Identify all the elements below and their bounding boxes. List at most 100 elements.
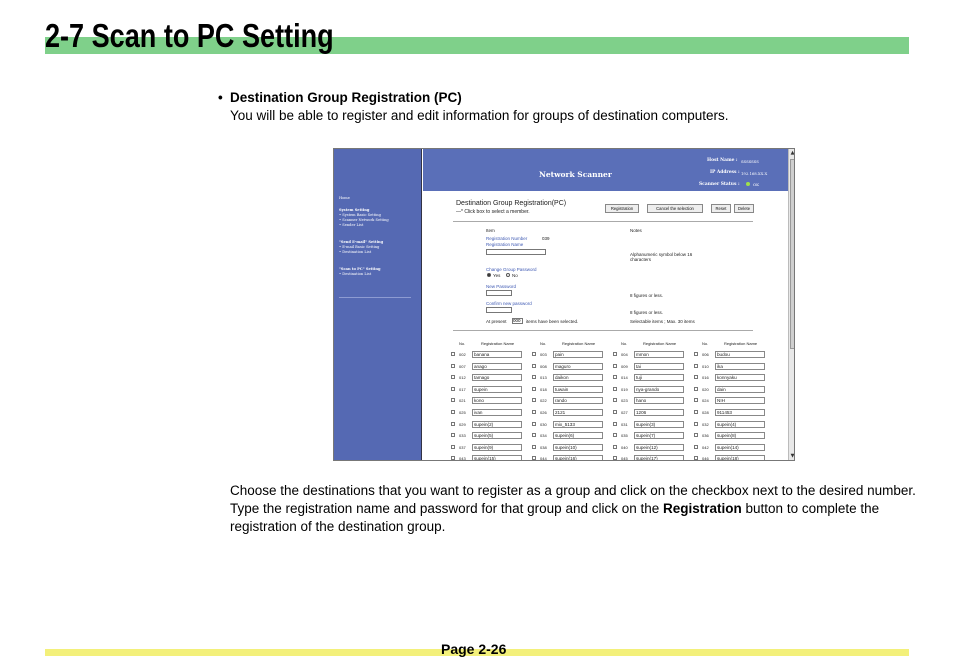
member-checkbox[interactable] (532, 456, 536, 460)
member-name-field[interactable]: anago (472, 362, 522, 370)
member-name-field[interactable]: tuwain (553, 385, 603, 393)
member-name-field[interactable]: supein(3) (634, 420, 684, 428)
member-checkbox[interactable] (532, 352, 536, 356)
member-checkbox[interactable] (694, 386, 698, 391)
member-checkbox[interactable] (451, 456, 455, 460)
member-checkbox[interactable] (532, 421, 536, 426)
member-name-field[interactable]: mmon (634, 351, 684, 358)
member-checkbox[interactable] (451, 421, 455, 426)
member-name-field[interactable]: NIH (715, 397, 765, 405)
member-checkbox[interactable] (694, 433, 698, 438)
member-checkbox[interactable] (451, 375, 455, 380)
reset-button[interactable]: Reset (711, 204, 731, 213)
member-name-field[interactable]: ivan (472, 409, 522, 416)
member-name-field[interactable]: pain (553, 351, 603, 358)
member-name-field[interactable]: supein(9) (472, 443, 522, 451)
member-checkbox[interactable] (694, 444, 698, 449)
member-checkbox[interactable] (451, 444, 455, 449)
member-name-field[interactable]: supein(6) (553, 432, 603, 440)
grid-col-no-header: No. (621, 341, 628, 346)
confirm-pw-input[interactable] (486, 307, 512, 313)
member-checkbox[interactable] (613, 363, 617, 368)
member-name-field[interactable]: maguro (553, 362, 603, 370)
member-checkbox[interactable] (613, 433, 617, 438)
member-checkbox[interactable] (532, 398, 536, 403)
member-checkbox[interactable] (532, 363, 536, 368)
member-name-field[interactable]: supein(2) (472, 420, 522, 428)
member-name-field[interactable]: supein(4) (715, 420, 765, 428)
member-checkbox[interactable] (532, 433, 536, 438)
member-name-field[interactable]: supein(16) (553, 455, 603, 460)
radio-no[interactable] (506, 273, 510, 277)
member-checkbox[interactable] (451, 433, 455, 438)
sidebar-item-pc-destination[interactable]: • Destination List (339, 272, 371, 277)
member-checkbox[interactable] (532, 375, 536, 380)
member-name-field[interactable]: tamago (472, 374, 522, 382)
member-name-field[interactable]: supein(18) (715, 455, 765, 460)
member-name-field[interactable]: dain (715, 385, 765, 393)
member-checkbox[interactable] (613, 444, 617, 449)
member-name-field[interactable]: kono (472, 397, 522, 405)
member-number: 038 (540, 444, 547, 450)
member-checkbox[interactable] (613, 421, 617, 426)
member-name-field[interactable]: supein(8) (715, 432, 765, 440)
sidebar-item-home[interactable]: Home (339, 196, 350, 201)
member-name-field[interactable]: supein(17) (634, 455, 684, 460)
reg-name-input[interactable] (486, 249, 546, 255)
scroll-down-icon[interactable]: ▼ (790, 453, 794, 459)
member-checkbox[interactable] (613, 398, 617, 403)
scrollbar[interactable]: ▲ ▼ (788, 149, 794, 460)
member-checkbox[interactable] (613, 410, 617, 414)
member-name-field[interactable]: supein(12) (634, 443, 684, 451)
member-checkbox[interactable] (694, 363, 698, 368)
member-checkbox[interactable] (694, 456, 698, 460)
member-name-field[interactable]: supein(5) (472, 432, 522, 440)
member-checkbox[interactable] (451, 363, 455, 368)
registration-button[interactable]: Registration (605, 204, 639, 213)
member-checkbox[interactable] (451, 410, 455, 414)
member-checkbox[interactable] (532, 386, 536, 391)
member-name-field[interactable]: supein(15) (472, 455, 522, 460)
member-checkbox[interactable] (694, 410, 698, 414)
member-name-field[interactable]: nya-grando (634, 385, 684, 393)
member-name-field[interactable]: supein (472, 385, 522, 393)
member-name-field[interactable]: supein(7) (634, 432, 684, 440)
member-name-field[interactable]: konnyaku (715, 374, 765, 382)
member-name-field[interactable]: supein(10) (553, 443, 603, 451)
member-name-field[interactable]: hano (634, 397, 684, 405)
member-checkbox[interactable] (694, 398, 698, 403)
member-name-field[interactable]: tai (634, 362, 684, 370)
member-name-field[interactable]: ika (715, 362, 765, 370)
member-checkbox[interactable] (694, 352, 698, 356)
member-name-field[interactable]: tuji (634, 374, 684, 382)
member-name-field[interactable]: 2121 (553, 409, 603, 416)
member-checkbox[interactable] (451, 352, 455, 356)
new-pw-label: New Password (486, 284, 517, 289)
radio-yes[interactable] (487, 273, 491, 277)
member-checkbox[interactable] (613, 375, 617, 380)
scroll-up-icon[interactable]: ▲ (790, 150, 794, 156)
member-checkbox[interactable] (532, 410, 536, 414)
member-name-field[interactable]: supein(14) (715, 443, 765, 451)
member-checkbox[interactable] (613, 386, 617, 391)
new-pw-input[interactable] (486, 290, 512, 296)
member-name-field[interactable]: rando (553, 397, 603, 405)
member-name-field[interactable]: 911453 (715, 409, 765, 416)
member-name-field[interactable]: 1206 (634, 409, 684, 416)
member-checkbox[interactable] (451, 386, 455, 391)
member-name-field[interactable]: daikon (553, 374, 603, 382)
member-checkbox[interactable] (694, 421, 698, 426)
cancel-selection-button[interactable]: Cancel the selection (647, 204, 703, 213)
member-name-field[interactable]: mix_5133 (553, 420, 603, 428)
member-name-field[interactable]: budou (715, 351, 765, 358)
scroll-thumb[interactable] (790, 159, 794, 349)
member-checkbox[interactable] (694, 375, 698, 380)
member-name-field[interactable]: banana (472, 351, 522, 358)
member-checkbox[interactable] (613, 352, 617, 356)
member-checkbox[interactable] (532, 444, 536, 449)
delete-button[interactable]: Delete (734, 204, 754, 213)
sidebar-item-sender-list[interactable]: • Sender List (339, 223, 363, 228)
member-checkbox[interactable] (613, 456, 617, 460)
member-checkbox[interactable] (451, 398, 455, 403)
sidebar-item-email-destination[interactable]: • Destination List (339, 250, 371, 255)
